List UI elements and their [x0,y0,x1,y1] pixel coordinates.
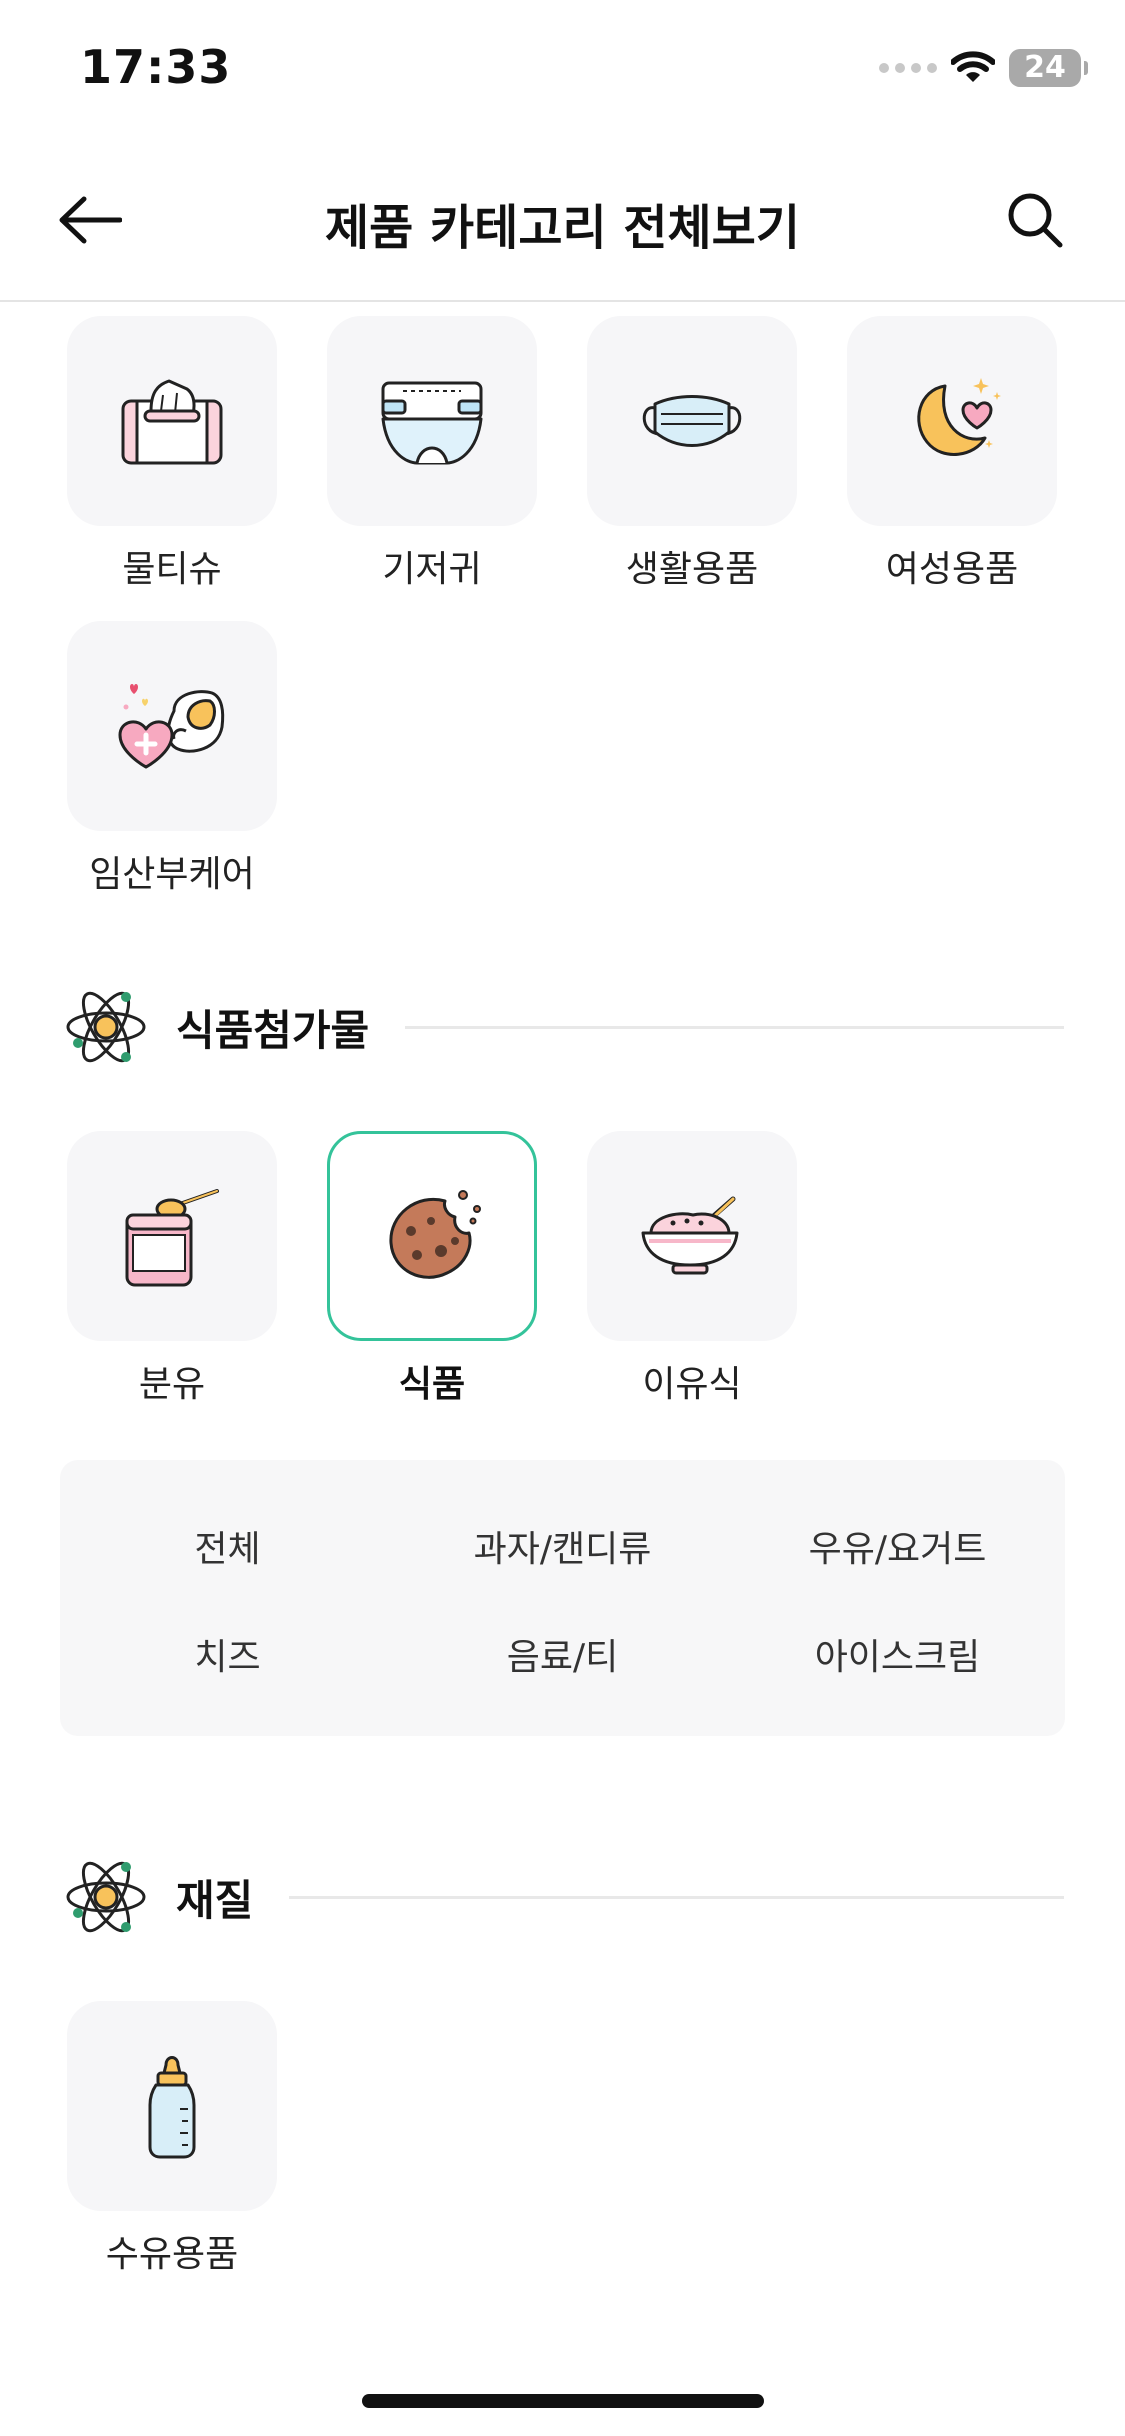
category-label: 물티슈 [122,549,222,590]
subcategory-cheese[interactable]: 치즈 [60,1628,395,1680]
atom-icon [66,1861,146,1933]
battery-icon: 24 [1009,49,1088,87]
category-label: 임산부케어 [89,854,255,895]
category-feminine[interactable]: 여성용품 [847,316,1057,592]
category-label: 생활용품 [625,549,759,590]
category-tile [327,316,537,526]
section-header-material: 재질 [64,1852,1064,1942]
category-tile [67,621,277,831]
category-maternity-care[interactable]: 임산부케어 [67,621,277,897]
category-label: 식품 [398,1364,466,1405]
mask-icon [642,395,742,447]
atom-icon [66,991,146,1063]
category-label: 분유 [138,1364,206,1405]
subcategory-drinks-tea[interactable]: 음료/티 [395,1628,730,1680]
category-label: 기저귀 [382,549,482,590]
diaper-icon [381,381,483,465]
subcategory-snacks-candy[interactable]: 과자/캔디류 [395,1520,730,1572]
category-tile [67,316,277,526]
page-title: 제품 카테고리 전체보기 [324,200,801,256]
category-tile [587,316,797,526]
wet-wipes-icon [121,379,223,465]
category-baby-food[interactable]: 이유식 [587,1131,797,1407]
category-daily-goods[interactable]: 생활용품 [587,316,797,592]
status-time: 17:33 [80,40,232,94]
app-header: 제품 카테고리 전체보기 [0,140,1125,302]
category-tile [67,2001,277,2211]
category-tile [847,316,1057,526]
cookie-icon [389,1190,481,1279]
subcategory-all[interactable]: 전체 [60,1520,395,1572]
subcategory-ice-cream[interactable]: 아이스크림 [730,1628,1065,1680]
back-arrow-icon [59,196,122,244]
status-indicators: 24 [879,48,1088,88]
category-tile [67,1131,277,1341]
category-tile [587,1131,797,1341]
category-diaper[interactable]: 기저귀 [327,316,537,592]
category-wet-wipes[interactable]: 물티슈 [67,316,277,592]
section-header-additives: 식품첨가물 [64,982,1064,1072]
search-icon [1008,193,1063,248]
section-divider [289,1895,1064,1899]
formula-icon [125,1189,219,1287]
status-bar: 17:33 24 [0,0,1125,140]
moon-heart-icon [917,378,1001,456]
back-button[interactable] [50,185,130,255]
category-food[interactable]: 식품 [327,1131,537,1407]
section-title: 재질 [176,1875,254,1925]
home-indicator[interactable] [362,2394,764,2408]
category-tile-selected [327,1131,537,1341]
category-label: 이유식 [642,1364,742,1405]
section-divider [405,1025,1064,1029]
category-feeding-goods[interactable]: 수유용품 [67,2001,277,2277]
subcategory-panel: 전체 과자/캔디류 우유/요거트 치즈 음료/티 아이스크림 [60,1460,1065,1736]
baby-food-bowl-icon [641,1196,739,1275]
subcategory-milk-yogurt[interactable]: 우유/요거트 [730,1520,1065,1572]
category-label: 여성용품 [885,549,1019,590]
search-button[interactable] [995,180,1075,260]
category-label: 수유용품 [105,2234,239,2275]
cellular-signal-icon [879,63,937,73]
category-formula[interactable]: 분유 [67,1131,277,1407]
section-title: 식품첨가물 [176,1005,370,1055]
baby-bottle-icon [148,2056,196,2159]
wifi-icon [951,51,995,82]
maternity-care-icon [118,684,225,769]
